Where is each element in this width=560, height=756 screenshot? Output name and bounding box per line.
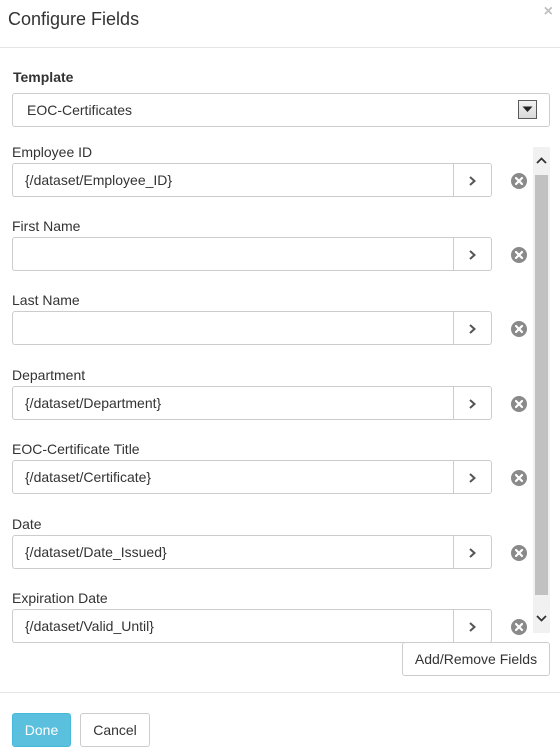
dialog-header: Configure Fields ×: [0, 0, 560, 48]
field-row-date: Date {/dataset/Date_Issued}: [0, 515, 540, 585]
field-input[interactable]: [12, 311, 453, 345]
field-row-department: Department {/dataset/Department}: [0, 366, 540, 436]
field-label: Last Name: [12, 292, 80, 308]
chevron-up-icon: [536, 157, 547, 164]
field-label: Department: [12, 367, 86, 383]
chevron-down-icon: [536, 615, 547, 622]
remove-circle-icon[interactable]: [511, 470, 527, 486]
remove-circle-icon[interactable]: [511, 247, 527, 263]
chevron-right-icon: [469, 548, 476, 558]
field-picker-button[interactable]: [453, 460, 492, 494]
field-label: Employee ID: [12, 144, 93, 160]
field-input[interactable]: {/dataset/Date_Issued}: [12, 535, 453, 569]
chevron-right-icon: [469, 250, 476, 260]
remove-circle-icon[interactable]: [511, 396, 527, 412]
template-selected-value: EOC-Certificates: [27, 102, 133, 118]
template-select[interactable]: EOC-Certificates: [12, 93, 550, 127]
field-picker-button[interactable]: [453, 609, 492, 643]
chevron-right-icon: [469, 176, 476, 186]
remove-circle-icon[interactable]: [511, 321, 527, 337]
field-row-last-name: Last Name: [0, 291, 540, 361]
template-label: Template: [13, 69, 74, 85]
field-label: First Name: [12, 218, 81, 234]
field-picker-button[interactable]: [453, 386, 492, 420]
field-label: EOC-Certificate Title: [12, 441, 140, 457]
field-picker-button[interactable]: [453, 311, 492, 345]
field-picker-button[interactable]: [453, 237, 492, 271]
fields-scrollbar[interactable]: [533, 147, 550, 633]
chevron-right-icon: [469, 324, 476, 334]
field-label: Expiration Date: [12, 590, 108, 606]
remove-circle-icon[interactable]: [511, 545, 527, 561]
dialog-title: Configure Fields: [8, 9, 140, 29]
field-input[interactable]: {/dataset/Valid_Until}: [12, 609, 453, 643]
field-input[interactable]: [12, 237, 453, 271]
chevron-right-icon: [469, 622, 476, 632]
configure-fields-dialog: Configure Fields × Template EOC-Certific…: [0, 0, 560, 756]
cancel-button[interactable]: Cancel: [80, 713, 150, 747]
field-input[interactable]: {/dataset/Department}: [12, 386, 453, 420]
chevron-down-icon[interactable]: [518, 100, 537, 119]
scroll-thumb[interactable]: [535, 175, 548, 595]
field-input[interactable]: {/dataset/Certificate}: [12, 460, 453, 494]
remove-circle-icon[interactable]: [511, 173, 527, 189]
field-input[interactable]: {/dataset/Employee_ID}: [12, 163, 453, 197]
scroll-down-button[interactable]: [533, 605, 550, 633]
dialog-footer: Done Cancel: [0, 692, 560, 756]
scroll-up-button[interactable]: [533, 147, 550, 175]
chevron-right-icon: [469, 473, 476, 483]
field-row-employee-id: Employee ID {/dataset/Employee_ID}: [0, 143, 540, 213]
remove-circle-icon[interactable]: [511, 619, 527, 635]
field-label: Date: [12, 516, 42, 532]
add-remove-fields-button[interactable]: Add/Remove Fields: [402, 642, 550, 676]
field-row-first-name: First Name: [0, 217, 540, 287]
chevron-right-icon: [469, 399, 476, 409]
done-button[interactable]: Done: [12, 713, 71, 747]
close-icon[interactable]: ×: [544, 4, 553, 20]
field-row-certificate-title: EOC-Certificate Title {/dataset/Certific…: [0, 440, 540, 510]
field-picker-button[interactable]: [453, 535, 492, 569]
field-picker-button[interactable]: [453, 163, 492, 197]
